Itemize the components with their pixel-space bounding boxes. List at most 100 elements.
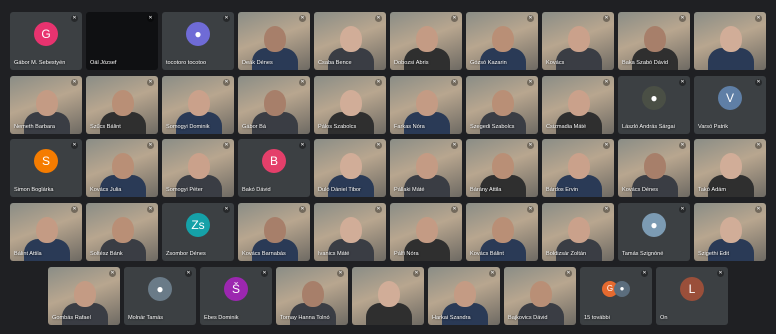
participant-name: Kovács Dénes bbox=[622, 187, 659, 193]
participant-video-person bbox=[720, 217, 742, 243]
participant-tile[interactable]: Szűcs Bálint bbox=[86, 76, 158, 134]
participant-video-person bbox=[644, 26, 666, 52]
participant-tile[interactable]: ● Tamás Szignóné bbox=[618, 203, 690, 261]
participant-tile[interactable]: Bálint Attila bbox=[10, 203, 82, 261]
participant-video-person bbox=[530, 281, 552, 307]
participant-name: Kovács Bálint bbox=[470, 251, 504, 257]
participant-tile[interactable]: Bárány Attila bbox=[466, 139, 538, 197]
participant-tile[interactable]: Boldizsár Zoltán bbox=[542, 203, 614, 261]
participant-video-person bbox=[112, 217, 134, 243]
participant-tile[interactable]: Gábor Bá bbox=[238, 76, 310, 134]
participant-avatar: L bbox=[680, 277, 704, 301]
participant-name: Ön bbox=[660, 315, 668, 321]
participant-video-person bbox=[264, 26, 286, 52]
mic-off-icon bbox=[223, 15, 230, 22]
participant-tile[interactable]: Zs Zsombor Dénes bbox=[162, 203, 234, 261]
participant-tile[interactable]: Farkas Nóra bbox=[390, 76, 462, 134]
participant-tile[interactable]: Gombás Rafael bbox=[48, 267, 120, 325]
participant-avatar: B bbox=[262, 149, 286, 173]
mic-off-icon bbox=[147, 142, 154, 149]
mic-off-icon bbox=[527, 79, 534, 86]
participant-video-person bbox=[492, 26, 514, 52]
participant-tile[interactable]: Harkai Szandra bbox=[428, 267, 500, 325]
participant-tile[interactable]: L Ön bbox=[656, 267, 728, 325]
participant-tile[interactable]: ● Molnár Tamás bbox=[124, 267, 196, 325]
participant-tile[interactable]: G Gábor M. Sebestyén bbox=[10, 12, 82, 70]
participant-photo-avatar: ● bbox=[642, 86, 666, 110]
participant-name: Bálint Attila bbox=[14, 251, 42, 257]
participant-tile[interactable]: ● László András Sárgai bbox=[618, 76, 690, 134]
participant-video-person bbox=[340, 90, 362, 116]
participant-name: Szűcs Bálint bbox=[90, 124, 121, 130]
mic-off-icon bbox=[755, 79, 762, 86]
participant-tile[interactable]: S Simon Boglárka bbox=[10, 139, 82, 197]
mic-off-icon bbox=[717, 270, 724, 277]
participant-name: Bajkovics Dávid bbox=[508, 315, 548, 321]
participant-tile[interactable] bbox=[352, 267, 424, 325]
participant-tile[interactable]: V Varsó Patrik bbox=[694, 76, 766, 134]
participant-name: Tornay Hanna Tolnó bbox=[280, 315, 330, 321]
participant-avatar: Zs bbox=[186, 213, 210, 237]
participant-name: Csaba Bence bbox=[318, 60, 352, 66]
mic-off-icon bbox=[527, 142, 534, 149]
participant-tile[interactable]: G● 15 további bbox=[580, 267, 652, 325]
participant-video-person bbox=[340, 153, 362, 179]
participant-tile[interactable]: Takó Ádám bbox=[694, 139, 766, 197]
participant-tile[interactable]: ● tocotoro tocotoo bbox=[162, 12, 234, 70]
mic-off-icon bbox=[375, 15, 382, 22]
participant-video-person bbox=[492, 90, 514, 116]
participant-avatar: V bbox=[718, 86, 742, 110]
mic-off-icon bbox=[299, 142, 306, 149]
participant-tile[interactable]: Kovács Barnabás bbox=[238, 203, 310, 261]
participant-tile[interactable]: Nemeth Barbara bbox=[10, 76, 82, 134]
participant-tile[interactable]: Dobozsi Ábris bbox=[390, 12, 462, 70]
participant-name: Szigethi Edit bbox=[698, 251, 730, 257]
participant-avatar: Š bbox=[224, 277, 248, 301]
participant-name: Ivanics Máté bbox=[318, 251, 350, 257]
participant-tile[interactable] bbox=[694, 12, 766, 70]
participant-tile[interactable]: B Bakó Dávid bbox=[238, 139, 310, 197]
participant-video-person bbox=[188, 90, 210, 116]
participant-tile[interactable]: Pálos Szabolcs bbox=[314, 76, 386, 134]
participant-tile[interactable]: Baka Szabó Dávid bbox=[618, 12, 690, 70]
participant-tile[interactable]: Oál József bbox=[86, 12, 158, 70]
participant-tile[interactable]: Bajkovics Dávid bbox=[504, 267, 576, 325]
mic-off-icon bbox=[299, 206, 306, 213]
participant-tile[interactable]: Deák Dénes bbox=[238, 12, 310, 70]
participant-photo-avatar: ● bbox=[148, 277, 172, 301]
mic-off-icon bbox=[603, 15, 610, 22]
participant-tile[interactable]: Somogyi Dominik bbox=[162, 76, 234, 134]
participant-tile[interactable]: Ivanics Máté bbox=[314, 203, 386, 261]
participant-tile[interactable]: Kovács bbox=[542, 12, 614, 70]
participant-tile[interactable]: Kovács Dénes bbox=[618, 139, 690, 197]
participant-tile[interactable]: Bárdos Ervin bbox=[542, 139, 614, 197]
participant-tile[interactable]: Pállaki Máté bbox=[390, 139, 462, 197]
participant-photo-avatar: ● bbox=[642, 213, 666, 237]
participant-name: Dobozsi Ábris bbox=[394, 60, 429, 66]
participant-photo-avatar: ● bbox=[186, 22, 210, 46]
participant-tile[interactable]: Gózsó Kazarin bbox=[466, 12, 538, 70]
participant-tile[interactable]: Szigethi Edit bbox=[694, 203, 766, 261]
participant-tile[interactable]: Csaba Bence bbox=[314, 12, 386, 70]
mic-off-icon bbox=[603, 142, 610, 149]
mic-off-icon bbox=[375, 142, 382, 149]
mic-off-icon bbox=[147, 79, 154, 86]
participant-tile[interactable]: Pálfi Nóra bbox=[390, 203, 462, 261]
participant-tile[interactable]: Kovács Bálint bbox=[466, 203, 538, 261]
participant-tile[interactable]: Tornay Hanna Tolnó bbox=[276, 267, 348, 325]
participant-name: Kovács Julia bbox=[90, 187, 122, 193]
participant-tile[interactable]: Duló Dániel Tibor bbox=[314, 139, 386, 197]
participant-tile[interactable]: Š Ébes Dominik bbox=[200, 267, 272, 325]
participant-video-person bbox=[568, 153, 590, 179]
participant-tile[interactable]: Soltész Bánk bbox=[86, 203, 158, 261]
mic-off-icon bbox=[375, 206, 382, 213]
participant-tile[interactable]: Kovács Julia bbox=[86, 139, 158, 197]
participant-video-person bbox=[112, 90, 134, 116]
mic-off-icon bbox=[679, 142, 686, 149]
participant-name: tocotoro tocotoo bbox=[166, 60, 207, 66]
participant-name: Deák Dénes bbox=[242, 60, 273, 66]
participant-tile[interactable]: Somogyi Péter bbox=[162, 139, 234, 197]
participant-tile[interactable]: Csizmadia Máté bbox=[542, 76, 614, 134]
participant-tile[interactable]: Szegedi Szabolcs bbox=[466, 76, 538, 134]
mic-off-icon bbox=[299, 15, 306, 22]
